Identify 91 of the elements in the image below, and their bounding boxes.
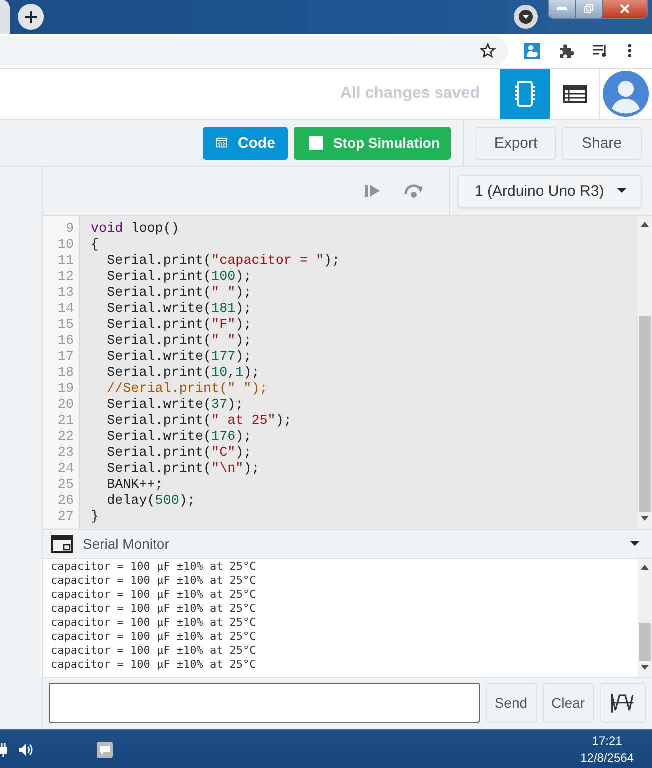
table-icon <box>562 85 586 103</box>
power-plug-icon[interactable] <box>0 742 8 758</box>
code-line: } <box>91 510 100 526</box>
output-line: capacitor = 100 µF ±10% at 25°C <box>51 602 258 616</box>
serial-monitor-header[interactable]: Serial Monitor <box>43 529 652 559</box>
line-number: 24 <box>56 462 75 478</box>
code-line: { <box>91 238 100 254</box>
caret-icon <box>617 188 627 194</box>
code-line: Serial.print("F"); <box>106 318 253 334</box>
scrollbar[interactable] <box>638 558 652 677</box>
line-number: 9 <box>64 222 75 238</box>
tab-search-button[interactable] <box>514 5 538 29</box>
code-line: Serial.write(177); <box>106 350 253 366</box>
monitor-window-icon <box>51 534 73 553</box>
new-tab-button[interactable] <box>18 4 44 30</box>
caret-icon[interactable] <box>630 540 640 547</box>
plotter-button[interactable] <box>600 683 646 724</box>
code-line: Serial.print(" "); <box>106 334 253 350</box>
code-editor[interactable] <box>43 216 652 528</box>
line-number: 26 <box>56 494 75 510</box>
save-status: All changes saved <box>340 85 480 103</box>
person-extension-icon[interactable] <box>524 43 540 59</box>
line-number: 27 <box>56 510 75 526</box>
menu-icon[interactable] <box>628 44 632 58</box>
output-line: capacitor = 100 µF ±10% at 25°C <box>51 588 258 602</box>
scroll-down-icon[interactable] <box>641 664 649 671</box>
output-line: capacitor = 100 µF ±10% at 25°C <box>51 616 258 630</box>
line-number: 25 <box>56 478 75 494</box>
step-forward-icon[interactable] <box>365 184 381 198</box>
line-number: 22 <box>56 430 75 446</box>
chip-icon <box>514 81 536 107</box>
line-number: 19 <box>56 382 75 398</box>
line-number: 11 <box>56 254 75 270</box>
code-line: Serial.write(181); <box>106 302 253 318</box>
scroll-down-icon[interactable] <box>641 516 649 522</box>
scroll-up-icon[interactable] <box>641 222 649 228</box>
line-number: 16 <box>56 334 75 350</box>
code-line: Serial.print(10,1); <box>106 366 261 382</box>
close-icon <box>620 4 630 14</box>
minimize-button[interactable] <box>549 0 576 18</box>
output-line: capacitor = 100 µF ±10% at 25°C <box>51 630 258 644</box>
browser-tab[interactable] <box>0 0 10 34</box>
scrollbar[interactable] <box>638 216 652 528</box>
stop-icon <box>309 136 324 150</box>
minimize-icon <box>557 7 567 11</box>
send-button[interactable]: Send <box>486 683 537 724</box>
code-line: Serial.print(" at 25"); <box>106 414 293 430</box>
serial-input-field[interactable] <box>49 683 480 724</box>
line-number: 15 <box>56 318 75 334</box>
clock-time: 17:21 <box>592 733 622 750</box>
line-number: 21 <box>56 414 75 430</box>
code-line: //Serial.print(" "); <box>106 382 269 398</box>
board-select[interactable]: 1 (Arduino Uno R3) <box>458 174 642 208</box>
line-number: 18 <box>56 366 75 382</box>
output-line: capacitor = 100 µF ±10% at 25°C <box>51 574 258 588</box>
code-line: Serial.print("C"); <box>106 446 253 462</box>
restore-button[interactable] <box>576 0 603 18</box>
output-line: capacitor = 100 µF ±10% at 25°C <box>51 560 258 574</box>
puzzle-icon[interactable] <box>558 43 574 59</box>
line-number: 13 <box>56 286 75 302</box>
output-line: capacitor = 100 µF ±10% at 25°C <box>51 644 258 658</box>
speaker-icon[interactable] <box>18 742 34 758</box>
code-line: Serial.write(37); <box>106 398 245 414</box>
code-line: delay(500); <box>106 494 196 510</box>
toolbar-button[interactable]: Share <box>562 126 642 160</box>
code-line: BANK++; <box>106 478 164 494</box>
step-over-icon[interactable] <box>403 183 425 199</box>
serial-monitor-title: Serial Monitor <box>83 536 170 552</box>
line-number: 23 <box>56 446 75 462</box>
code-line: Serial.print(" "); <box>106 286 253 302</box>
code-line: void loop() <box>91 222 180 238</box>
line-number: 17 <box>56 350 75 366</box>
avatar[interactable] <box>603 71 649 117</box>
scroll-up-icon[interactable] <box>641 564 649 571</box>
close-button[interactable] <box>603 0 647 18</box>
line-number: 20 <box>56 398 75 414</box>
code-line: Serial.print(100); <box>106 270 253 286</box>
output-line: capacitor = 100 µF ±10% at 25°C <box>51 658 258 672</box>
star-icon[interactable] <box>480 43 496 59</box>
toolbar-button[interactable]: Export <box>476 126 556 160</box>
line-number: 10 <box>56 238 75 254</box>
clear-button[interactable]: Clear <box>542 683 594 724</box>
clock-date: 12/8/2564 <box>580 750 634 767</box>
dropdown-icon <box>519 10 533 24</box>
code-line: Serial.write(176); <box>106 430 253 446</box>
line-number: 12 <box>56 270 75 286</box>
line-number: 14 <box>56 302 75 318</box>
code-line: Serial.print("capacitor = "); <box>106 254 342 270</box>
code-line: Serial.print("\n"); <box>106 462 261 478</box>
restore-icon <box>584 4 594 14</box>
plus-icon <box>24 10 38 24</box>
